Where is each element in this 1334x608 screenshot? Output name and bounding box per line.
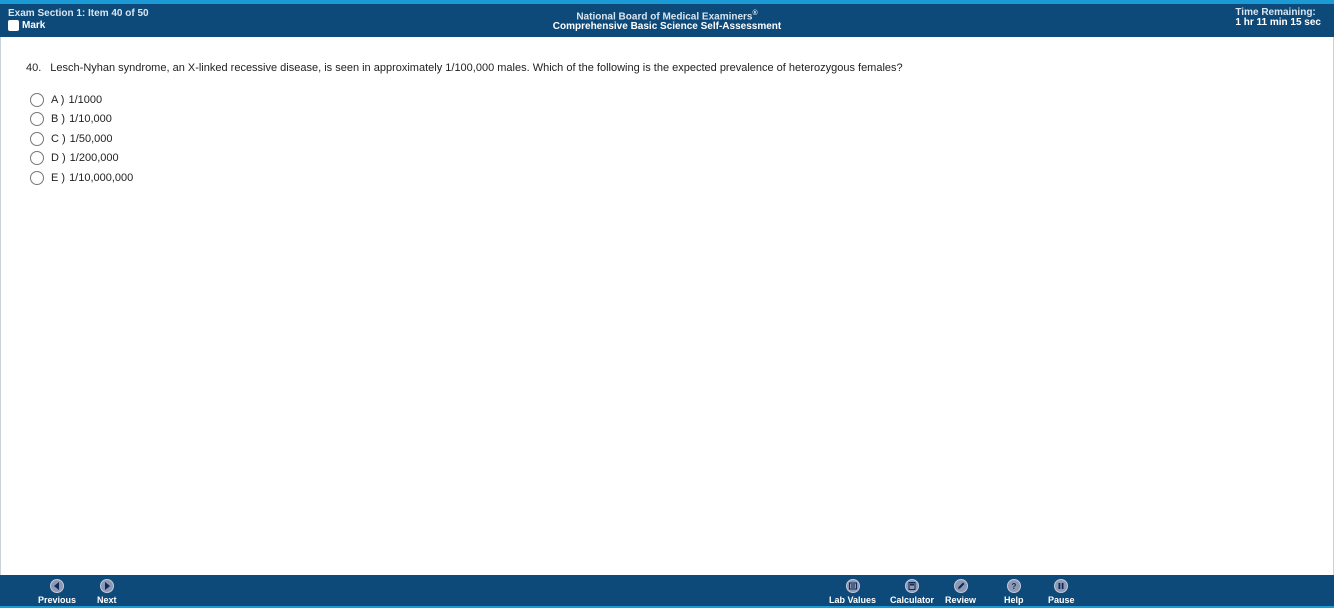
radio-button[interactable] [30, 170, 44, 185]
option-text: 1/10,000,000 [69, 171, 134, 184]
option-text: 1/10,000 [69, 113, 112, 126]
option-text: 1/50,000 [69, 132, 113, 145]
lab-values-label: Lab Values [829, 595, 877, 605]
arrow-right-icon [99, 579, 114, 593]
lab-values-icon [845, 579, 860, 593]
question-text: Lesch-Nyhan syndrome, an X-linked recess… [50, 62, 903, 74]
calculator-icon [905, 579, 919, 593]
previous-label: Previous [38, 595, 77, 605]
help-button[interactable]: ? Help [1004, 579, 1024, 605]
review-button[interactable]: Review [945, 579, 976, 605]
answer-option-b[interactable]: B ) 1/10,000 [30, 110, 133, 130]
option-letter: E ) [51, 171, 66, 184]
option-text: 1/200,000 [69, 152, 119, 165]
answer-option-d[interactable]: D ) 1/200,000 [30, 149, 133, 169]
help-icon: ? [1006, 579, 1021, 593]
option-letter: D ) [51, 152, 66, 165]
option-letter: C ) [51, 132, 66, 145]
time-remaining-value: 1 hr 11 min 15 sec [1235, 17, 1321, 28]
radio-button[interactable] [30, 112, 44, 127]
review-pencil-icon [953, 579, 968, 593]
option-letter: A ) [51, 93, 65, 106]
question-number: 40. [26, 62, 42, 74]
app-frame [0, 0, 1334, 608]
answer-option-c[interactable]: C ) 1/50,000 [30, 129, 133, 149]
exam-title-area: National Board of Medical Examiners® Com… [0, 9, 1334, 32]
pause-icon [1054, 579, 1069, 593]
answer-option-e[interactable]: E ) 1/10,000,000 [30, 168, 133, 188]
previous-button[interactable]: Previous [38, 579, 76, 605]
exam-name: Comprehensive Basic Science Self-Assessm… [552, 21, 782, 33]
radio-button[interactable] [30, 151, 44, 166]
option-letter: B ) [51, 113, 66, 126]
radio-button[interactable] [30, 131, 44, 146]
calculator-label: Calculator [890, 595, 935, 605]
option-text: 1/1000 [68, 93, 103, 106]
bottom-toolbar: Previous Next Lab Values Calculator Revi… [0, 575, 1334, 608]
review-label: Review [945, 595, 977, 605]
next-button[interactable]: Next [97, 579, 117, 605]
svg-text:?: ? [1011, 582, 1016, 590]
top-bar: Exam Section 1: Item 40 of 50 Mark Natio… [0, 0, 1334, 37]
pause-button[interactable]: Pause [1048, 579, 1075, 605]
question-stem: 40. Lesch-Nyhan syndrome, an X-linked rec… [26, 62, 903, 74]
lab-values-button[interactable]: Lab Values [829, 579, 876, 605]
pause-label: Pause [1048, 595, 1075, 605]
answer-option-a[interactable]: A ) 1/1000 [30, 90, 133, 110]
registered-mark: ® [752, 10, 758, 17]
answer-options: A ) 1/1000 B ) 1/10,000 C ) 1/50,000 D )… [30, 90, 133, 188]
time-remaining-area: Time Remaining: 1 hr 11 min 15 sec [1235, 8, 1321, 28]
next-label: Next [97, 595, 117, 605]
help-label: Help [1004, 595, 1024, 605]
arrow-left-icon [50, 579, 65, 593]
calculator-button[interactable]: Calculator [890, 579, 934, 605]
radio-button[interactable] [30, 92, 44, 107]
